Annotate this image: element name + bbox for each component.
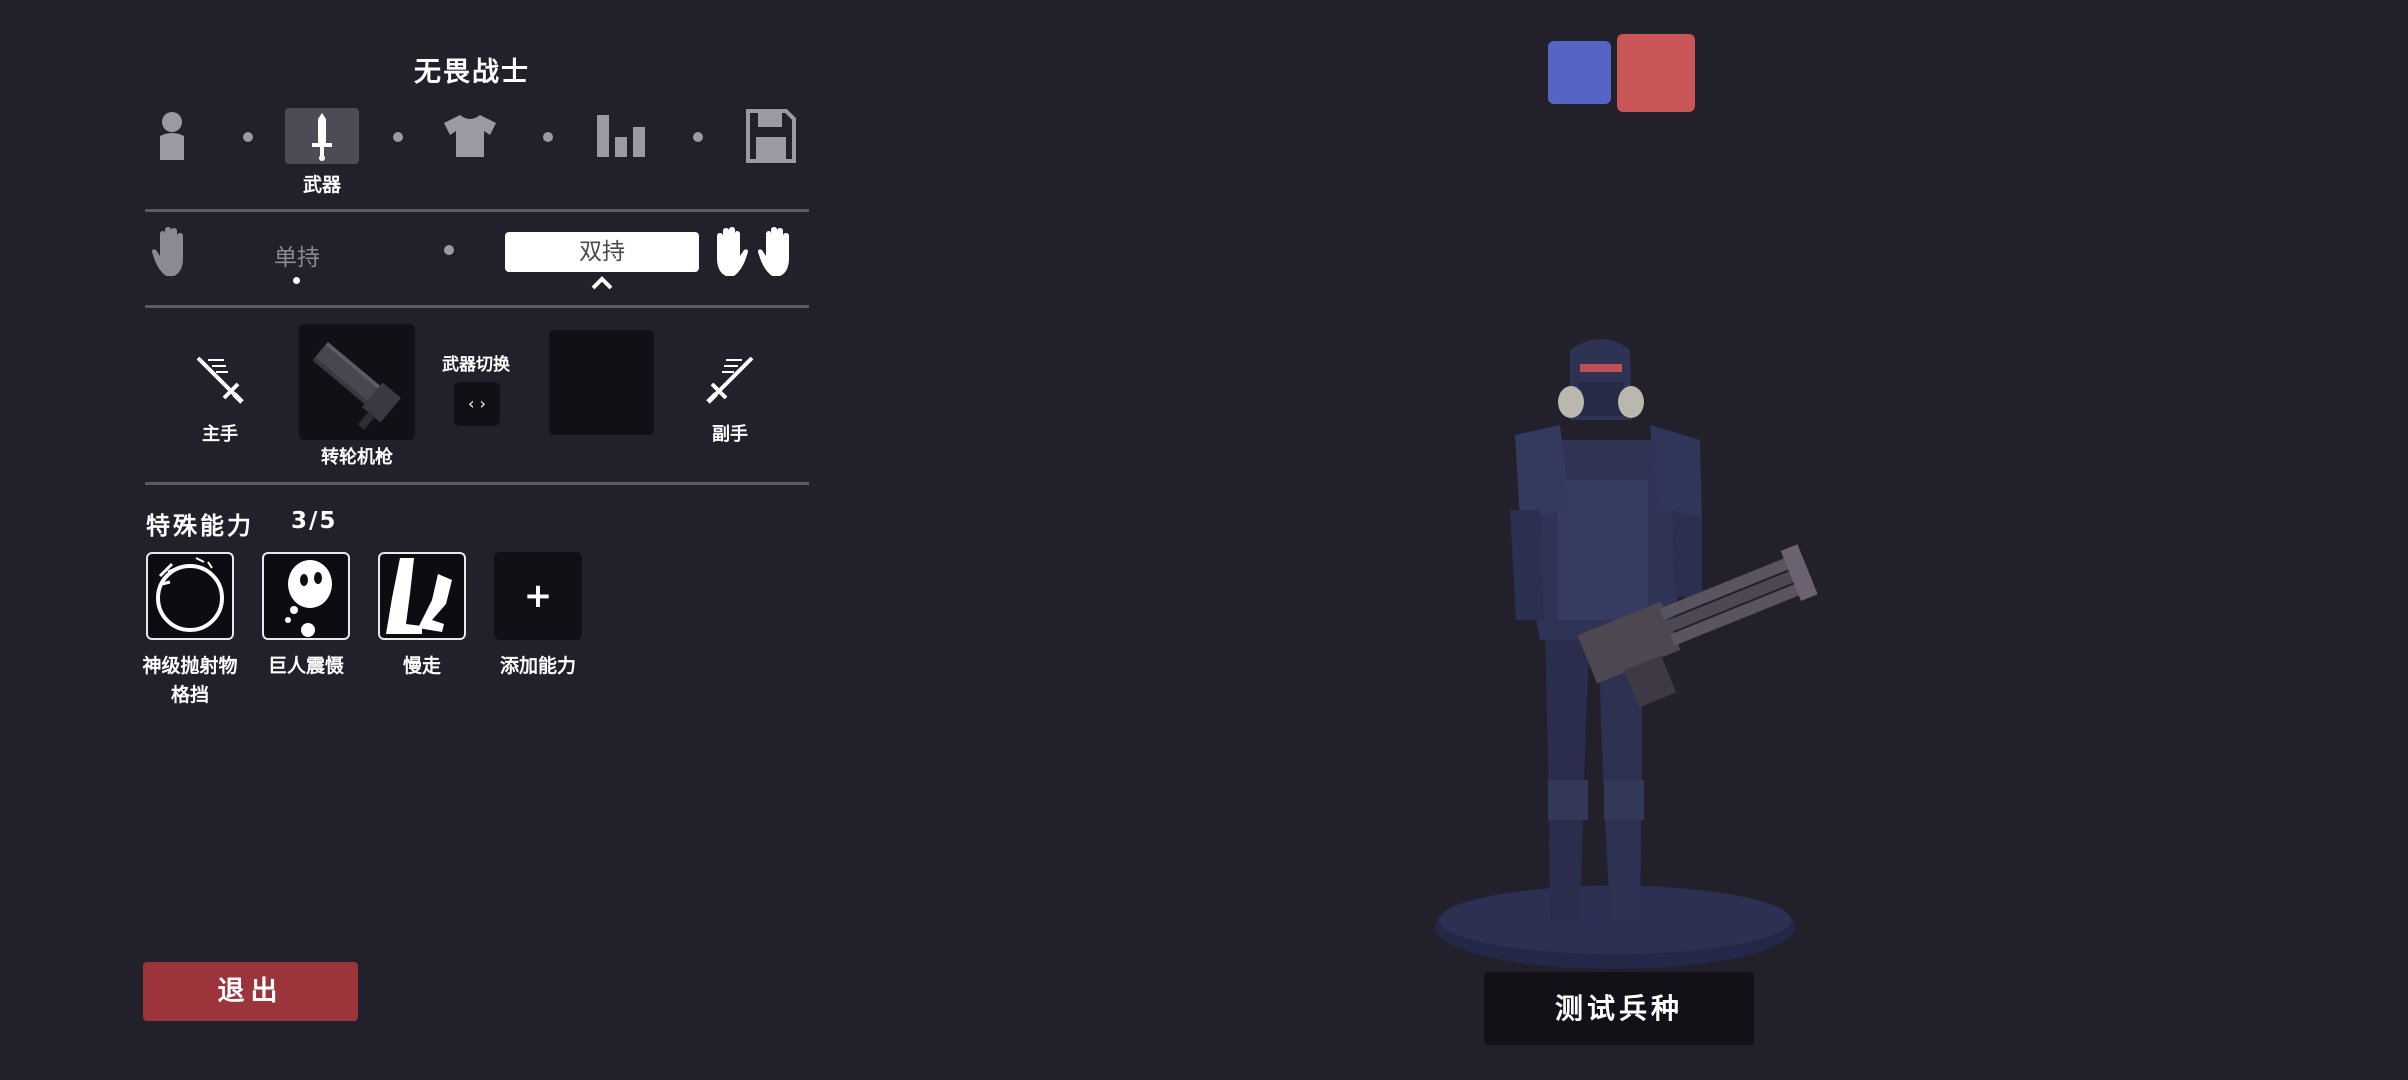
- off-hand-label: 副手: [712, 424, 748, 445]
- ability-projectile-block[interactable]: [146, 552, 234, 640]
- ability-label: 巨人震慑: [267, 655, 344, 677]
- stats-icon: [597, 115, 645, 157]
- ability-giant-intimidation[interactable]: [262, 552, 350, 640]
- ability-label: 添加能力: [499, 655, 576, 677]
- projectile-block-icon: [156, 557, 224, 632]
- tab-separator-dot: [243, 132, 253, 142]
- legs-icon: [386, 558, 452, 634]
- save-icon: [746, 109, 796, 163]
- person-icon: [160, 112, 184, 160]
- single-hand-icon[interactable]: [152, 226, 192, 278]
- divider: [145, 209, 809, 212]
- shirt-icon: [444, 115, 496, 157]
- main-hand-weapon-slot[interactable]: [299, 324, 415, 440]
- single-grip-option[interactable]: 单持: [274, 238, 320, 272]
- main-weapon-name: 转轮机枪: [321, 447, 393, 468]
- single-grip-indicator: [293, 277, 300, 284]
- tab-separator-dot: [693, 132, 703, 142]
- tab-separator-dot: [393, 132, 403, 142]
- test-unit-button[interactable]: 测试兵种: [1484, 972, 1754, 1045]
- off-hand-weapon-slot[interactable]: [549, 330, 654, 435]
- tab-weapons-label: 武器: [302, 174, 341, 196]
- unit-model-preview[interactable]: [1420, 330, 1860, 980]
- main-hand-sword-icon: [196, 356, 244, 404]
- exit-button[interactable]: 退出: [143, 962, 358, 1021]
- separator-dot: [444, 245, 454, 255]
- tab-stats[interactable]: [584, 108, 658, 164]
- team-red-button[interactable]: [1617, 34, 1695, 112]
- weapon-swap-button[interactable]: ‹ ›: [454, 382, 500, 426]
- ability-slow-walk[interactable]: [378, 552, 466, 640]
- tab-separator-dot: [543, 132, 553, 142]
- ability-label: 神级抛射物 格挡: [142, 655, 238, 706]
- ability-label: 慢走: [402, 655, 441, 677]
- sword-icon: [312, 113, 332, 161]
- unit-title: 无畏战士: [414, 57, 530, 88]
- team-blue-button[interactable]: [1548, 41, 1611, 104]
- main-hand-label: 主手: [202, 424, 238, 445]
- divider: [145, 482, 809, 485]
- chevron-up-icon: [591, 276, 613, 290]
- tab-save[interactable]: [734, 108, 808, 164]
- off-hand-sword-icon: [706, 356, 754, 404]
- dual-grip-button[interactable]: 双持: [505, 232, 699, 272]
- add-icon: +: [523, 576, 553, 616]
- ghost-icon: [285, 560, 332, 637]
- tab-clothing[interactable]: [433, 108, 507, 164]
- divider: [145, 305, 809, 308]
- minigun-icon: [312, 341, 401, 430]
- dual-hand-icon[interactable]: [708, 226, 798, 278]
- tab-weapons[interactable]: [285, 108, 359, 164]
- weapon-swap-label: 武器切换: [442, 355, 510, 375]
- add-ability-button[interactable]: +: [494, 552, 582, 640]
- tab-appearance[interactable]: [135, 108, 209, 164]
- abilities-heading: 特殊能力: [146, 512, 254, 540]
- abilities-count: 3/5: [291, 508, 338, 534]
